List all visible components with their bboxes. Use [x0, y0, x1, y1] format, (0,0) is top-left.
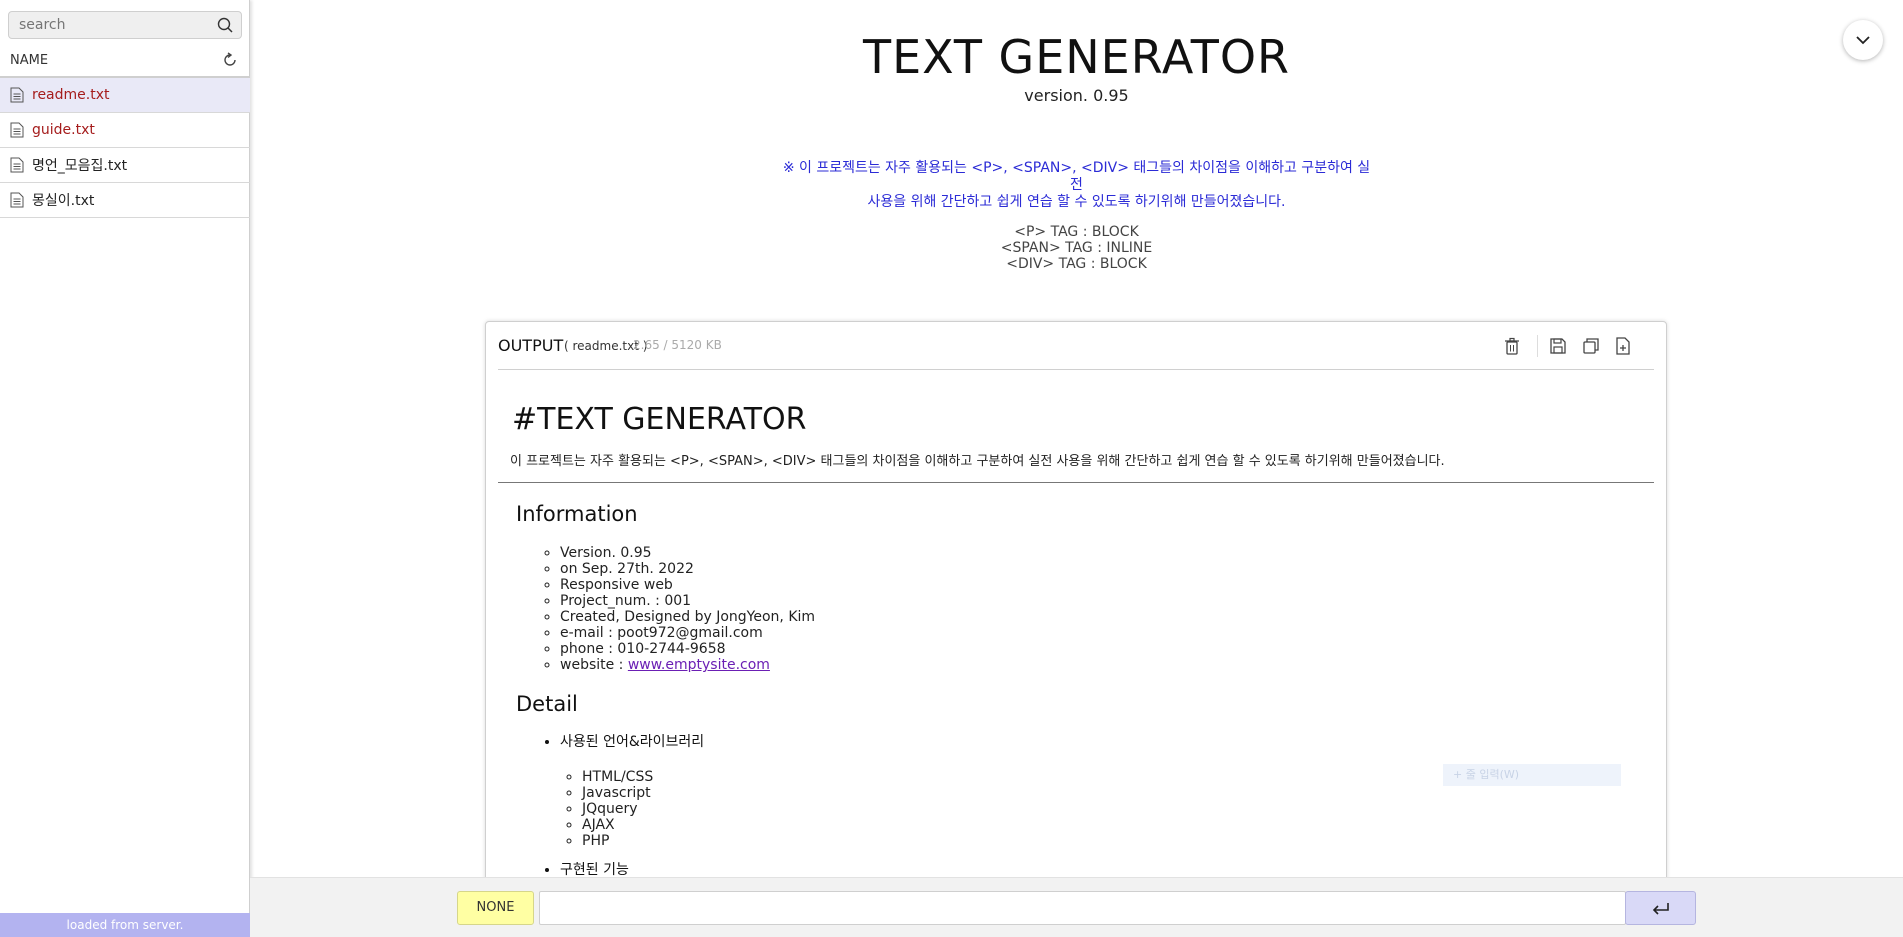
file-sidebar: NAME readme.txt guide.txt 명언_모음집.txt 몽실이…: [0, 0, 250, 937]
detail-heading: Detail: [516, 692, 578, 716]
information-list: Version. 0.95 on Sep. 27th. 2022 Respons…: [542, 545, 815, 673]
list-item: phone : 010-2744-9658: [560, 641, 815, 657]
list-item: Responsive web: [560, 577, 815, 593]
enter-icon: [1652, 903, 1669, 915]
notice-line: ※ 이 프로젝트는 자주 활용되는 <P>, <SPAN>, <DIV> 태그들…: [782, 160, 1371, 193]
file-name: 명언_모음집.txt: [32, 158, 128, 174]
list-item: Version. 0.95: [560, 545, 815, 561]
file-name: 몽실이.txt: [32, 193, 95, 209]
website-link[interactable]: www.emptysite.com: [628, 657, 770, 673]
insert-line-hint: + 줄 입력(W): [1443, 764, 1621, 786]
notice-line: 사용을 위해 간단하고 쉽게 연습 할 수 있도록 하기위해 만들어졌습니다.: [867, 194, 1286, 210]
document-icon: [10, 87, 24, 103]
doc-intro: 이 프로젝트는 자주 활용되는 <P>, <SPAN>, <DIV> 태그들의 …: [510, 454, 1445, 469]
new-file-icon[interactable]: [1613, 336, 1633, 356]
tag-line-div: <DIV> TAG : BLOCK: [1006, 256, 1147, 272]
output-label: OUTPUT: [498, 336, 564, 355]
search-icon[interactable]: [217, 17, 233, 33]
project-notice: ※ 이 프로젝트는 자주 활용되는 <P>, <SPAN>, <DIV> 태그들…: [250, 160, 1903, 211]
enter-button[interactable]: [1625, 891, 1696, 925]
list-item: Project_num. : 001: [560, 593, 815, 609]
toolbar-divider: [1537, 335, 1538, 357]
version-label: version. 0.95: [1024, 86, 1129, 105]
tag-line-span: <SPAN> TAG : INLINE: [1000, 240, 1153, 256]
tag-line-p: <P> TAG : BLOCK: [1014, 224, 1139, 240]
list-item: e-mail : poot972@gmail.com: [560, 625, 815, 641]
collapse-toggle-button[interactable]: [1843, 20, 1883, 60]
file-item-guide[interactable]: guide.txt: [0, 113, 250, 148]
file-name: guide.txt: [32, 122, 95, 138]
page-title: TEXT GENERATOR: [862, 30, 1291, 84]
information-heading: Information: [516, 502, 638, 526]
list-item-website: website : www.emptysite.com: [560, 657, 815, 673]
detail-item-label: 구현된 기능: [560, 862, 629, 878]
command-input[interactable]: [539, 891, 1626, 925]
list-item: 구현된 기능: [560, 859, 704, 879]
name-column-header[interactable]: NAME: [10, 53, 48, 68]
file-item-mongsili[interactable]: 몽실이.txt: [0, 183, 250, 218]
list-item: HTML/CSS: [582, 769, 704, 785]
document-icon: [10, 157, 24, 173]
file-name: readme.txt: [32, 87, 110, 103]
list-item: AJAX: [582, 817, 704, 833]
trash-icon[interactable]: [1502, 336, 1522, 356]
website-label: website :: [560, 657, 628, 673]
list-item: 사용된 언어&라이브러리 HTML/CSS Javascript JQquery…: [560, 731, 704, 849]
file-item-quotes[interactable]: 명언_모음집.txt: [0, 148, 250, 183]
list-item: PHP: [582, 833, 704, 849]
list-item: JQquery: [582, 801, 704, 817]
list-item: on Sep. 27th. 2022: [560, 561, 815, 577]
search-box: [8, 11, 242, 39]
tag-summary: <P> TAG : BLOCK <SPAN> TAG : INLINE <DIV…: [250, 224, 1903, 272]
list-item: Javascript: [582, 785, 704, 801]
status-bar: loaded from server.: [0, 913, 250, 937]
chevron-down-icon: [1856, 36, 1870, 45]
library-list: HTML/CSS Javascript JQquery AJAX PHP: [560, 769, 704, 849]
copy-icon[interactable]: [1581, 336, 1601, 356]
output-panel: OUTPUT ( readme.txt ) 2.65 / 5120 KB #TE…: [485, 321, 1667, 937]
command-bar: NONE: [250, 877, 1903, 937]
file-item-readme[interactable]: readme.txt: [0, 78, 250, 113]
doc-heading: #TEXT GENERATOR: [512, 402, 807, 437]
search-input[interactable]: [9, 12, 209, 38]
doc-divider: [498, 482, 1654, 483]
detail-item-label: 사용된 언어&라이브러리: [560, 734, 705, 750]
document-icon: [10, 122, 24, 138]
mode-button[interactable]: NONE: [457, 891, 534, 925]
output-panel-header: OUTPUT ( readme.txt ) 2.65 / 5120 KB: [498, 322, 1654, 370]
document-icon: [10, 192, 24, 208]
save-icon[interactable]: [1548, 336, 1568, 356]
detail-list: 사용된 언어&라이브러리 HTML/CSS Javascript JQquery…: [542, 731, 704, 889]
file-list-header: NAME: [0, 49, 250, 78]
output-filesize: 2.65 / 5120 KB: [633, 338, 722, 352]
refresh-icon[interactable]: [222, 52, 238, 68]
file-list: readme.txt guide.txt 명언_모음집.txt 몽실이.txt: [0, 78, 250, 218]
output-document: #TEXT GENERATOR 이 프로젝트는 자주 활용되는 <P>, <SP…: [498, 370, 1654, 936]
list-item: Created, Designed by JongYeon, Kim: [560, 609, 815, 625]
